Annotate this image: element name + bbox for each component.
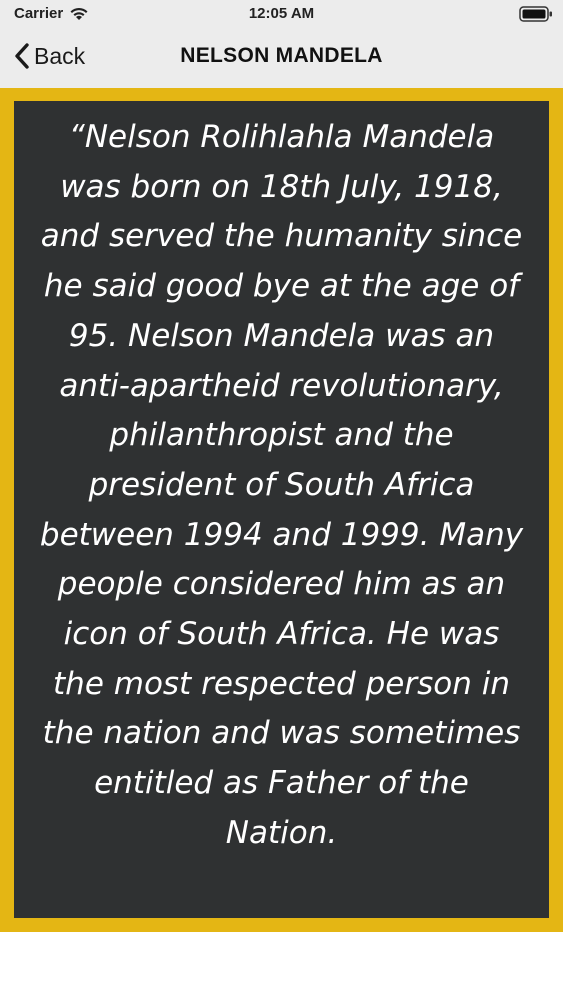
screen: Carrier 12:05 AM Back NELSON MANDELA “Ne… [0,0,563,1000]
battery-icon [519,6,552,22]
status-bar: Carrier 12:05 AM [0,0,563,28]
content-frame: “Nelson Rolihlahla Mandela was born on 1… [0,88,563,932]
biography-card[interactable]: “Nelson Rolihlahla Mandela was born on 1… [14,101,549,918]
clock: 12:05 AM [248,5,315,22]
biography-text: “Nelson Rolihlahla Mandela was born on 1… [39,119,524,918]
page-title: NELSON MANDELA [180,44,383,67]
navigation-bar: Back NELSON MANDELA [0,28,563,88]
